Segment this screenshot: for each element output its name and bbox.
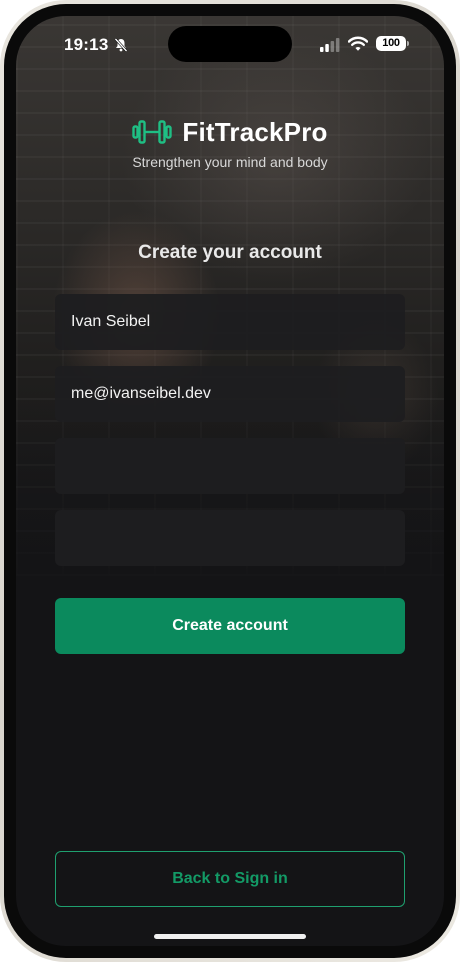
back-to-sign-in-button[interactable]: Back to Sign in [55, 851, 405, 907]
confirm-password-input[interactable] [71, 529, 389, 547]
brand-header: FitTrackPro [16, 116, 444, 148]
battery-icon: 100 [376, 36, 406, 51]
confirm-password-field[interactable] [55, 510, 405, 566]
cellular-signal-icon [320, 38, 340, 52]
phone-frame: 19:13 100 FitTrackPro Strengthen your mi… [0, 0, 460, 962]
dynamic-island [168, 26, 292, 62]
password-field[interactable] [55, 438, 405, 494]
app-name: FitTrackPro [182, 116, 328, 147]
app-screen: 19:13 100 FitTrackPro Strengthen your mi… [16, 16, 444, 946]
dumbbell-icon [132, 120, 173, 144]
email-field[interactable] [55, 366, 405, 422]
status-time: 19:13 [64, 35, 109, 54]
name-input[interactable] [71, 313, 389, 331]
name-field[interactable] [55, 294, 405, 350]
background-fade [16, 396, 444, 616]
wifi-icon [348, 36, 368, 51]
email-input[interactable] [71, 385, 389, 403]
form-title: Create your account [138, 242, 322, 263]
create-account-button[interactable]: Create account [55, 598, 405, 654]
password-input[interactable] [71, 457, 389, 475]
home-indicator[interactable] [154, 934, 306, 939]
bell-slash-icon [114, 38, 128, 52]
app-tagline: Strengthen your mind and body [132, 154, 328, 170]
